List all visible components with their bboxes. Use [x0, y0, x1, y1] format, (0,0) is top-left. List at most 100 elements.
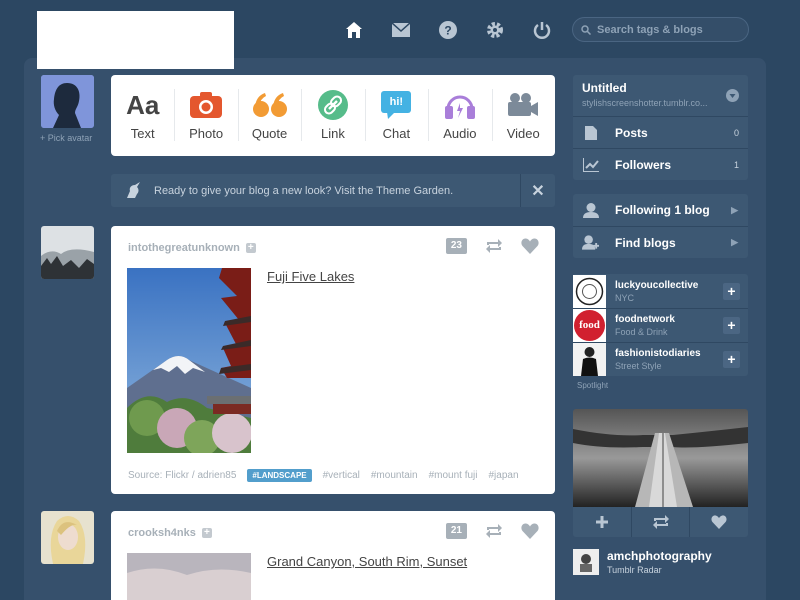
recommended-blog[interactable]: luckyoucollective NYC +	[573, 274, 748, 308]
document-icon	[582, 125, 599, 140]
add-user-icon	[582, 235, 599, 250]
chat-glyph: hi!	[381, 91, 412, 113]
chevron-right-icon: ▶	[731, 237, 738, 247]
post-type-label: Chat	[382, 126, 411, 141]
blog-url: stylishscreenshotter.tumblr.co...	[582, 98, 708, 108]
like-heart-icon[interactable]	[521, 523, 539, 539]
search-box	[572, 17, 749, 42]
link-icon	[317, 90, 348, 120]
help-button[interactable]: ?	[424, 10, 471, 50]
new-quote-post-button[interactable]: Quote	[237, 75, 301, 156]
pier-photo	[573, 409, 748, 507]
blog-selector[interactable]: Untitled stylishscreenshotter.tumblr.co.…	[573, 75, 748, 116]
sidebar-item-count: 0	[733, 127, 739, 138]
post-author-name[interactable]: intothegreatunknown	[128, 242, 240, 254]
note-count[interactable]: 23	[445, 238, 467, 254]
sidebar-item-following[interactable]: Following 1 blog ▶	[573, 194, 748, 226]
sidebar-item-count: 1	[733, 159, 739, 170]
follow-blog-button[interactable]: +	[723, 282, 740, 300]
post-type-label: Link	[321, 126, 345, 141]
blonde-portrait-image	[41, 511, 94, 564]
headphones-icon	[444, 90, 476, 120]
reblog-icon[interactable]	[485, 524, 503, 538]
recommended-blog[interactable]: fashionistodiaries Street Style +	[573, 342, 748, 376]
reblog-icon[interactable]	[485, 239, 503, 253]
post-author-avatar[interactable]	[41, 511, 94, 564]
canyon-sky-photo	[127, 553, 251, 600]
blog-avatar: food	[573, 309, 606, 342]
like-heart-icon[interactable]	[521, 238, 539, 254]
recommended-blogs: luckyoucollective NYC + food foodnetwork…	[573, 274, 748, 376]
quote-icon	[252, 90, 287, 120]
blog-category: NYC	[615, 292, 635, 303]
follow-blog-button[interactable]: +	[723, 317, 740, 334]
radar-author-avatar	[573, 549, 599, 575]
follow-plus-icon[interactable]: +	[201, 528, 212, 538]
post-controls: 23	[445, 238, 539, 254]
settings-button[interactable]	[471, 10, 518, 50]
post-photo[interactable]	[127, 553, 251, 600]
new-link-post-button[interactable]: Link	[301, 75, 364, 156]
svg-text:?: ?	[444, 24, 451, 38]
post-tag[interactable]: #japan	[489, 470, 519, 481]
radar-label: Tumblr Radar	[607, 565, 662, 575]
post-type-label: Video	[506, 126, 540, 141]
reblog-radar-button[interactable]	[630, 507, 690, 537]
sidebar-item-label: Find blogs	[615, 235, 676, 250]
search-icon	[581, 24, 591, 35]
chevron-down-icon	[726, 89, 739, 102]
featured-tag[interactable]: #LANDSCAPE	[247, 469, 312, 482]
post-tag[interactable]: #mount fuji	[429, 470, 478, 481]
new-audio-post-button[interactable]: Audio	[428, 75, 491, 156]
sidebar-item-posts[interactable]: Posts 0	[573, 116, 748, 148]
note-count[interactable]: 21	[445, 523, 467, 539]
post-author-avatar[interactable]	[41, 226, 94, 279]
post-title-link[interactable]: Grand Canyon, South Rim, Sunset	[267, 554, 467, 569]
post-author-name[interactable]: crooksh4nks	[128, 527, 196, 539]
post-tag[interactable]: #mountain	[371, 470, 418, 481]
home-button[interactable]	[330, 10, 377, 50]
search-input[interactable]	[597, 23, 737, 36]
camera-icon	[190, 90, 223, 120]
new-photo-post-button[interactable]: Photo	[174, 75, 237, 156]
post-tag[interactable]: #vertical	[323, 470, 360, 481]
blog-name: fashionistodiaries	[615, 348, 701, 359]
foggy-forest-image	[41, 226, 94, 279]
sidebar-item-followers[interactable]: Followers 1	[573, 148, 748, 180]
blog-avatar	[573, 274, 606, 308]
follow-plus-icon[interactable]: +	[245, 243, 256, 253]
radar-photo[interactable]	[573, 409, 748, 507]
sidebar-item-find-blogs[interactable]: Find blogs ▶	[573, 226, 748, 258]
default-avatar-icon	[41, 75, 94, 128]
follow-blog-button[interactable]: +	[723, 351, 740, 368]
sidebar-item-label: Followers	[615, 157, 672, 172]
reblog-icon	[652, 515, 669, 529]
food-logo: food	[574, 310, 605, 341]
chart-icon	[582, 157, 599, 172]
new-video-post-button[interactable]: Video	[491, 75, 555, 156]
new-chat-post-button[interactable]: hi! Chat	[364, 75, 428, 156]
post-photo[interactable]	[127, 268, 251, 453]
recommended-blog[interactable]: food foodnetwork Food & Drink +	[573, 308, 748, 342]
post-title-link[interactable]: Fuji Five Lakes	[267, 269, 354, 284]
spotlight-link[interactable]: Spotlight	[577, 381, 608, 390]
radar-author[interactable]: amchphotography Tumblr Radar	[573, 549, 712, 575]
help-icon: ?	[438, 21, 457, 39]
new-text-post-button[interactable]: Aa Text	[111, 75, 174, 156]
notice-text[interactable]: Ready to give your blog a new look? Visi…	[154, 185, 453, 197]
post-source[interactable]: Source: Flickr / adrien85	[128, 470, 236, 481]
like-radar-button[interactable]	[689, 507, 748, 537]
my-avatar[interactable]	[41, 75, 94, 128]
blog-name: luckyoucollective	[615, 279, 699, 291]
plus-icon	[595, 516, 608, 528]
top-nav: ?	[330, 10, 565, 50]
close-notice-button[interactable]: ✕	[520, 174, 555, 207]
follow-radar-button[interactable]	[573, 507, 631, 537]
messages-button[interactable]	[377, 10, 424, 50]
sidebar-item-label: Posts	[615, 125, 648, 140]
blog-title: Untitled	[582, 81, 627, 95]
pick-avatar-link[interactable]: + Pick avatar	[40, 133, 92, 143]
post-controls: 21	[445, 523, 539, 539]
logout-button[interactable]	[518, 10, 565, 50]
post-header: crooksh4nks +	[128, 527, 212, 539]
